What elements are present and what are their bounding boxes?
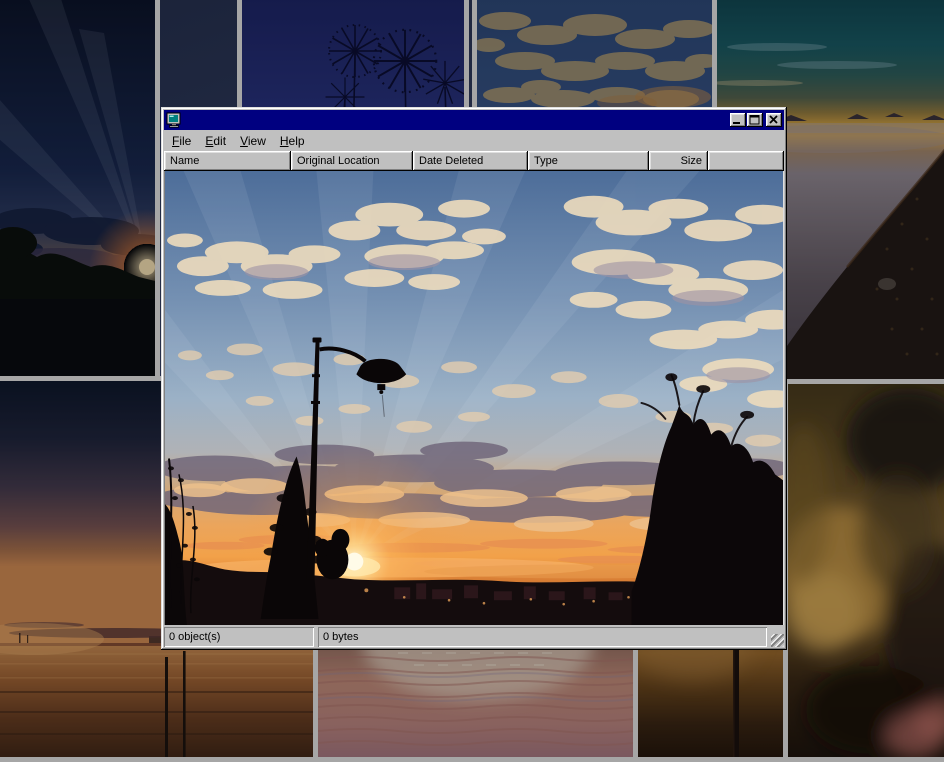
photo-sunset-rays[interactable] xyxy=(0,0,160,381)
computer-icon[interactable] xyxy=(166,112,182,128)
maximize-button[interactable] xyxy=(747,113,763,127)
sunset-lamp-photo xyxy=(165,171,783,625)
menu-view[interactable]: View xyxy=(233,131,273,151)
tile-dim-overlay xyxy=(788,384,944,757)
close-icon xyxy=(766,113,782,127)
column-header-original-location[interactable]: Original Location xyxy=(291,151,413,171)
column-header-row: Name Original Location Date Deleted Type… xyxy=(164,151,784,171)
status-object-count: 0 object(s) xyxy=(164,627,314,647)
window-titlebar[interactable] xyxy=(164,110,784,130)
photo-blurred-golden[interactable] xyxy=(783,379,944,762)
column-header-date-deleted[interactable]: Date Deleted xyxy=(413,151,528,171)
minimize-icon xyxy=(730,113,746,127)
column-header-type[interactable]: Type xyxy=(528,151,649,171)
resize-grip[interactable] xyxy=(771,634,784,647)
column-header-size[interactable]: Size xyxy=(649,151,708,171)
menu-bar: File Edit View Help xyxy=(164,130,784,151)
column-header-filler[interactable] xyxy=(708,151,784,171)
minimize-button[interactable] xyxy=(730,113,746,127)
status-total-size: 0 bytes xyxy=(318,627,767,647)
file-list-area[interactable] xyxy=(164,171,784,625)
menu-help[interactable]: Help xyxy=(273,131,312,151)
file-list-window: File Edit View Help Name Original Locati… xyxy=(161,107,787,650)
close-button[interactable] xyxy=(766,113,782,127)
status-bar: 0 object(s) 0 bytes xyxy=(164,625,784,647)
menu-file[interactable]: File xyxy=(165,131,198,151)
maximize-icon xyxy=(747,113,763,127)
column-header-name[interactable]: Name xyxy=(164,151,291,171)
menu-edit[interactable]: Edit xyxy=(198,131,233,151)
tile-dim-overlay xyxy=(0,0,155,376)
